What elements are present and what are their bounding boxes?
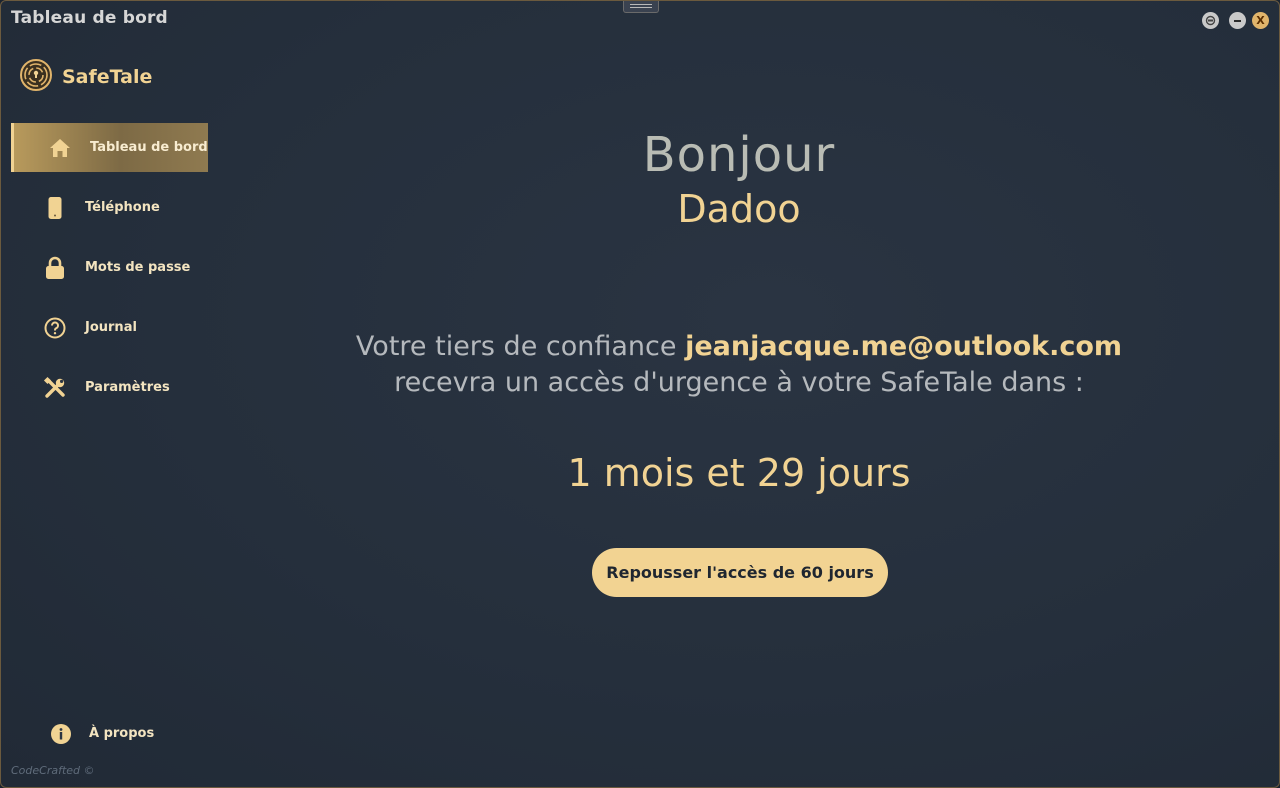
- brand-name: SafeTale: [62, 66, 153, 88]
- sidebar-item-journal[interactable]: Journal: [11, 303, 208, 352]
- sidebar: SafeTale Tableau de bord Téléphone Mots …: [1, 37, 216, 787]
- trusted-email: jeanjacque.me@outlook.com: [685, 331, 1123, 362]
- sidebar-item-label: Téléphone: [85, 200, 160, 215]
- app-window: Tableau de bord X SafeTale Tableau de bo…: [0, 0, 1280, 788]
- phone-icon: [43, 196, 67, 220]
- app-icon[interactable]: [1202, 12, 1219, 29]
- username: Dadoo: [677, 187, 801, 231]
- sidebar-item-label: Tableau de bord: [90, 140, 208, 155]
- tools-icon: [43, 376, 67, 400]
- trusted-contact-message: Votre tiers de confiance jeanjacque.me@o…: [216, 329, 1262, 401]
- sidebar-item-label: À propos: [89, 726, 155, 741]
- safetale-logo-icon: [20, 59, 52, 95]
- window-title: Tableau de bord: [11, 8, 168, 28]
- minimize-icon: [1234, 19, 1241, 22]
- dashboard-main: Bonjour Dadoo Votre tiers de confiance j…: [216, 37, 1279, 787]
- info-icon: [49, 722, 73, 746]
- sidebar-item-mots-de-passe[interactable]: Mots de passe: [11, 243, 208, 292]
- brand[interactable]: SafeTale: [20, 59, 152, 95]
- close-button[interactable]: X: [1252, 12, 1269, 29]
- sidebar-item-a-propos[interactable]: À propos: [11, 709, 208, 758]
- sidebar-item-parametres[interactable]: Paramètres: [11, 363, 208, 412]
- drag-handle[interactable]: [623, 1, 659, 13]
- credit-text: CodeCrafted ©: [11, 764, 95, 777]
- message-prefix: Votre tiers de confiance: [355, 331, 686, 362]
- countdown: 1 mois et 29 jours: [567, 451, 911, 495]
- sidebar-item-label: Journal: [85, 320, 137, 335]
- title-bar[interactable]: Tableau de bord X: [1, 1, 1279, 37]
- minimize-button[interactable]: [1229, 12, 1246, 29]
- greeting: Bonjour: [642, 127, 836, 183]
- lock-icon: [43, 256, 67, 280]
- sidebar-item-tableau-de-bord[interactable]: Tableau de bord: [11, 123, 208, 172]
- sidebar-item-label: Mots de passe: [85, 260, 191, 275]
- sidebar-item-label: Paramètres: [85, 380, 170, 395]
- home-icon: [48, 136, 72, 160]
- message-suffix: recevra un accès d'urgence à votre SafeT…: [394, 367, 1084, 398]
- question-circle-icon: [43, 316, 67, 340]
- sidebar-item-telephone[interactable]: Téléphone: [11, 183, 208, 232]
- postpone-access-button[interactable]: Repousser l'accès de 60 jours: [592, 548, 888, 597]
